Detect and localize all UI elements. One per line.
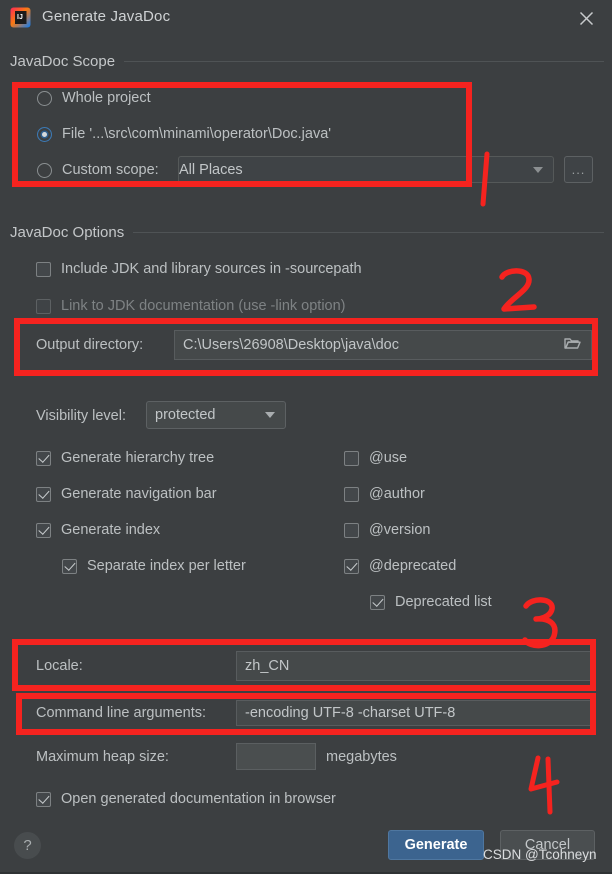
close-icon[interactable] [574, 6, 598, 30]
locale-input[interactable]: zh_CN [236, 651, 592, 681]
checkbox-label: Separate index per letter [87, 558, 246, 574]
dialog-title-bar: IJ Generate JavaDoc [0, 0, 612, 36]
custom-scope-browse-button[interactable]: ... [564, 156, 593, 183]
checkbox-icon [36, 298, 51, 314]
intellij-idea-icon: IJ [10, 7, 31, 28]
checkbox-label: @author [369, 486, 425, 502]
checkbox-author-tag[interactable]: @author [344, 486, 425, 502]
annotation-mark-2 [496, 268, 556, 320]
generate-button[interactable]: Generate [388, 830, 484, 860]
chevron-down-icon [533, 166, 543, 173]
radio-label: Custom scope: [62, 162, 159, 178]
javadoc-scope-section-header: JavaDoc Scope [10, 53, 604, 70]
command-line-arguments-input[interactable]: -encoding UTF-8 -charset UTF-8 [236, 700, 592, 726]
checkbox-icon [36, 486, 51, 502]
checkbox-generate-index[interactable]: Generate index [36, 522, 160, 538]
output-directory-label: Output directory: [36, 337, 144, 353]
folder-icon[interactable] [564, 336, 581, 354]
locale-label: Locale: [36, 658, 83, 674]
svg-text:IJ: IJ [17, 14, 23, 21]
custom-scope-select[interactable]: All Places [178, 156, 554, 183]
checkbox-icon [370, 594, 385, 610]
custom-scope-placeholder: All Places [179, 161, 243, 178]
checkbox-label: Deprecated list [395, 594, 492, 610]
annotation-mark-3 [518, 596, 578, 654]
checkbox-icon [344, 486, 359, 502]
checkbox-separate-index-per-letter[interactable]: Separate index per letter [62, 558, 246, 574]
checkbox-icon [36, 261, 51, 277]
checkbox-generate-hierarchy-tree[interactable]: Generate hierarchy tree [36, 450, 214, 466]
radio-label: Whole project [62, 90, 151, 106]
checkbox-icon [36, 791, 51, 807]
checkbox-label: @deprecated [369, 558, 457, 574]
checkbox-icon [344, 450, 359, 466]
command-line-arguments-label: Command line arguments: [36, 705, 207, 721]
checkbox-label: Open generated documentation in browser [61, 791, 336, 807]
checkbox-label: Generate hierarchy tree [61, 450, 215, 466]
checkbox-label: Generate navigation bar [61, 486, 217, 502]
section-divider [133, 232, 604, 233]
checkbox-open-generated-documentation[interactable]: Open generated documentation in browser [36, 791, 336, 807]
checkbox-icon [62, 558, 77, 574]
checkbox-include-jdk-sources[interactable]: Include JDK and library sources in -sour… [36, 261, 362, 277]
checkbox-icon [36, 450, 51, 466]
dialog-title: Generate JavaDoc [42, 8, 171, 25]
checkbox-use-tag[interactable]: @use [344, 450, 407, 466]
checkbox-version-tag[interactable]: @version [344, 522, 430, 538]
radio-label: File '...\src\com\minami\operator\Doc.ja… [62, 126, 332, 142]
checkbox-deprecated-tag[interactable]: @deprecated [344, 558, 456, 574]
chevron-down-icon [265, 412, 275, 418]
section-divider [124, 61, 604, 62]
heap-unit-label: megabytes [326, 749, 397, 765]
checkbox-label: @use [369, 450, 408, 466]
radio-icon [37, 90, 52, 106]
generate-javadoc-dialog: IJ Generate JavaDoc JavaDoc Scope Whole … [0, 0, 612, 874]
radio-icon-selected [37, 126, 52, 142]
help-button[interactable]: ? [14, 832, 41, 859]
maximum-heap-size-label: Maximum heap size: [36, 749, 169, 765]
checkbox-icon [36, 522, 51, 538]
radio-custom-scope[interactable]: Custom scope: [37, 162, 159, 178]
javadoc-options-label: JavaDoc Options [10, 224, 125, 241]
radio-file-scope[interactable]: File '...\src\com\minami\operator\Doc.ja… [37, 126, 331, 142]
watermark-text: CSDN @Tcohneyn [483, 847, 597, 862]
command-line-arguments-value: -encoding UTF-8 -charset UTF-8 [245, 705, 456, 721]
radio-icon [37, 162, 52, 178]
visibility-level-select[interactable]: protected [146, 401, 286, 429]
javadoc-scope-label: JavaDoc Scope [10, 53, 116, 70]
ellipsis-label: ... [571, 162, 586, 177]
checkbox-label: Link to JDK documentation (use -link opt… [61, 298, 346, 314]
output-directory-value: C:\Users\26908\Desktop\java\doc [183, 337, 399, 353]
checkbox-generate-navigation-bar[interactable]: Generate navigation bar [36, 486, 217, 502]
checkbox-icon [344, 522, 359, 538]
visibility-level-value: protected [155, 407, 216, 423]
checkbox-deprecated-list[interactable]: Deprecated list [370, 594, 492, 610]
generate-label: Generate [404, 837, 468, 853]
radio-whole-project[interactable]: Whole project [37, 90, 151, 106]
checkbox-label: Include JDK and library sources in -sour… [61, 261, 362, 277]
help-label: ? [23, 837, 32, 854]
locale-value: zh_CN [245, 658, 290, 674]
maximum-heap-size-input[interactable] [236, 743, 316, 770]
javadoc-options-section-header: JavaDoc Options [10, 224, 604, 241]
checkbox-icon [344, 558, 359, 574]
checkbox-link-jdk-documentation: Link to JDK documentation (use -link opt… [36, 298, 346, 314]
annotation-mark-4 [524, 755, 579, 816]
visibility-level-label: Visibility level: [36, 408, 126, 424]
output-directory-input[interactable]: C:\Users\26908\Desktop\java\doc [174, 330, 592, 360]
checkbox-label: @version [369, 522, 431, 538]
checkbox-label: Generate index [61, 522, 161, 538]
